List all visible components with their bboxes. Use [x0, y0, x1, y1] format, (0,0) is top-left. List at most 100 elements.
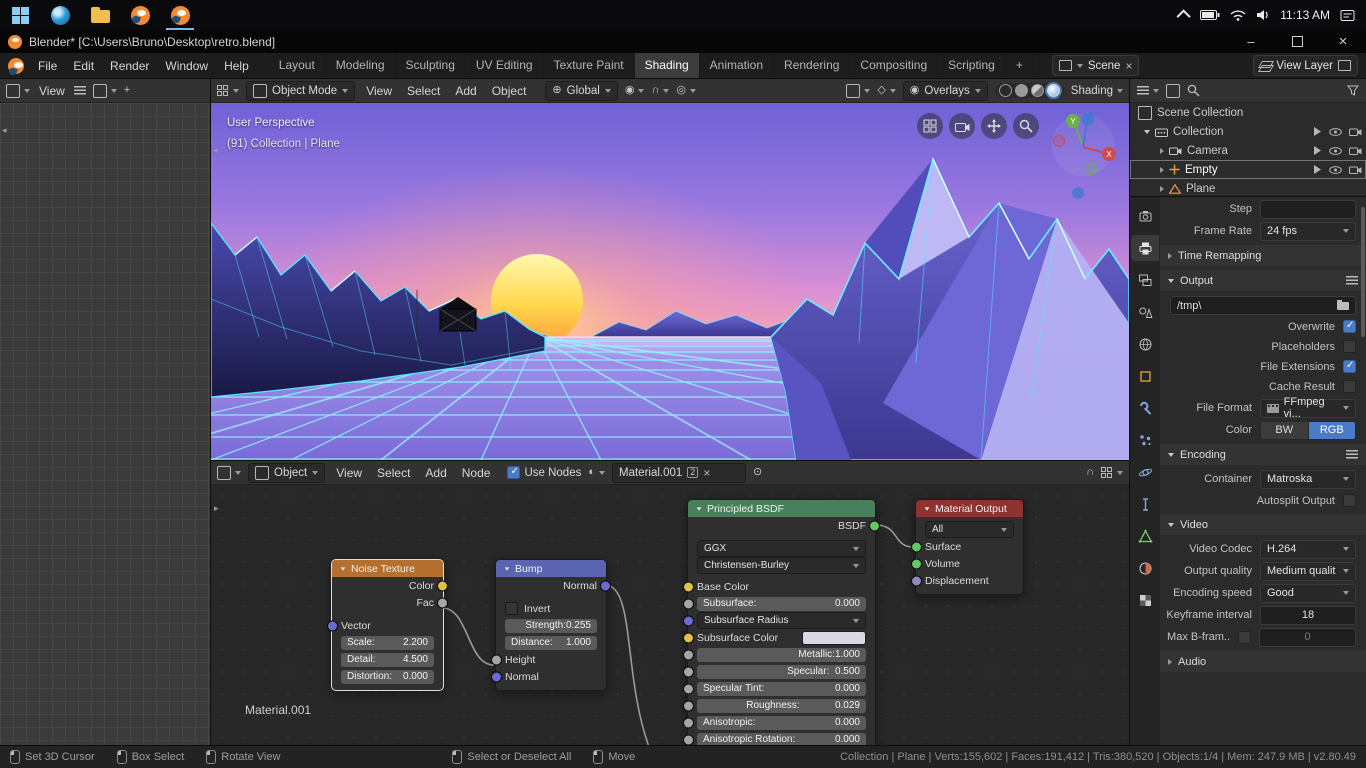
snap-button[interactable]: ∩: [651, 85, 670, 96]
tab-texture[interactable]: [1131, 587, 1159, 613]
node-header[interactable]: Noise Texture: [332, 560, 443, 577]
node-menu-node[interactable]: Node: [458, 460, 495, 486]
render-visibility-icon[interactable]: [1349, 146, 1362, 155]
surface-input-socket[interactable]: [911, 541, 922, 552]
overwrite-checkbox[interactable]: [1343, 320, 1356, 333]
toggle-grid-button[interactable]: [917, 113, 943, 139]
menu-help[interactable]: Help: [216, 53, 257, 79]
node-menu-add[interactable]: Add: [421, 460, 450, 486]
editor-type-button[interactable]: [6, 83, 30, 98]
distribution-dropdown[interactable]: GGX: [697, 540, 866, 557]
menu-file[interactable]: File: [30, 53, 65, 79]
selectability-button[interactable]: [846, 83, 871, 98]
mode-dropdown[interactable]: Object Mode: [246, 80, 356, 101]
tab-scene[interactable]: [1131, 299, 1159, 325]
outliner-row-camera[interactable]: Camera: [1130, 141, 1366, 160]
region-collapse-arrow[interactable]: ◂: [2, 125, 7, 136]
tab-render[interactable]: [1131, 203, 1159, 229]
placeholders-checkbox[interactable]: [1343, 340, 1356, 353]
tab-physics[interactable]: [1131, 459, 1159, 485]
snapping-button[interactable]: ∩: [1086, 467, 1094, 478]
viewport-menu-select[interactable]: Select: [403, 78, 444, 104]
proportional-edit-button[interactable]: ◎: [676, 85, 696, 96]
invert-checkbox[interactable]: [505, 602, 518, 615]
bsdf-output-socket[interactable]: [869, 520, 880, 531]
roughness-field[interactable]: Roughness: 0.029: [697, 698, 866, 713]
node-menu-view[interactable]: View: [332, 460, 366, 486]
autosplit-checkbox[interactable]: [1343, 494, 1356, 507]
encoding-section[interactable]: Encoding: [1160, 444, 1366, 465]
distortion-field[interactable]: Distortion: 0.000: [341, 669, 434, 684]
volume-input-socket[interactable]: [911, 558, 922, 569]
collapse-icon[interactable]: [924, 506, 930, 511]
eye-icon[interactable]: [1329, 146, 1342, 155]
collapse-icon[interactable]: [504, 566, 510, 571]
copy-material-icon[interactable]: 2: [687, 467, 699, 478]
maximize-button[interactable]: [1274, 30, 1320, 53]
vector-input-socket[interactable]: [327, 620, 338, 631]
time-remapping-section[interactable]: Time Remapping: [1160, 245, 1366, 266]
outliner-row-empty[interactable]: Empty: [1130, 160, 1366, 179]
panel-menu-icon[interactable]: [1346, 276, 1358, 285]
video-codec-dropdown[interactable]: H.264: [1260, 539, 1356, 559]
anisotropic-rotation-input-socket[interactable]: [683, 734, 694, 745]
encoding-speed-dropdown[interactable]: Good: [1260, 583, 1356, 603]
material-browse-button[interactable]: ◐: [588, 467, 605, 478]
specular-input-socket[interactable]: [683, 666, 694, 677]
tab-particles[interactable]: [1131, 427, 1159, 453]
tab-world[interactable]: [1131, 331, 1159, 357]
scene-browse-icon[interactable]: [1058, 60, 1072, 71]
tab-texture-paint[interactable]: Texture Paint: [544, 53, 635, 78]
selectable-icon[interactable]: [1313, 146, 1322, 155]
scale-field[interactable]: Scale: 2.200: [341, 635, 434, 650]
output-section[interactable]: Output: [1160, 270, 1366, 291]
tab-modifiers[interactable]: [1131, 395, 1159, 421]
outliner-row-plane[interactable]: Plane: [1130, 179, 1366, 196]
subsurface-field[interactable]: Subsurface: 0.000: [697, 596, 866, 611]
battery-icon[interactable]: [1200, 9, 1220, 21]
tray-chevron-up-icon[interactable]: [1176, 9, 1191, 24]
menu-window[interactable]: Window: [157, 53, 216, 79]
color-rgb-button[interactable]: RGB: [1308, 420, 1356, 440]
overlay-options-button[interactable]: [1101, 466, 1123, 479]
pin-icon[interactable]: ⊙: [753, 467, 762, 478]
shader-type-dropdown[interactable]: Object: [248, 462, 326, 483]
scene-selector[interactable]: Scene ×: [1051, 55, 1140, 76]
max-bframes-field[interactable]: 0: [1259, 627, 1356, 647]
overlays-dropdown[interactable]: ◉ Overlays: [902, 80, 988, 101]
subsurface-method-dropdown[interactable]: Christensen-Burley: [697, 557, 866, 574]
frame-rate-dropdown[interactable]: 24 fps: [1260, 221, 1356, 241]
transform-orientation-dropdown[interactable]: ⊕ Global: [545, 80, 618, 101]
viewport-menu-view[interactable]: View: [362, 78, 396, 104]
viewport-menu-object[interactable]: Object: [488, 78, 531, 104]
camera-view-button[interactable]: [949, 113, 975, 139]
scene-unlink-icon[interactable]: ×: [1125, 60, 1132, 72]
new-view-layer-icon[interactable]: [1338, 60, 1351, 71]
tab-shading[interactable]: Shading: [634, 53, 700, 78]
subsurface-input-socket[interactable]: [683, 598, 694, 609]
cache-result-checkbox[interactable]: [1343, 380, 1356, 393]
left-editor-view-menu[interactable]: View: [37, 78, 67, 104]
move-view-button[interactable]: [981, 113, 1007, 139]
node-header[interactable]: Principled BSDF: [688, 500, 875, 517]
start-button[interactable]: [0, 0, 40, 30]
tab-rendering[interactable]: Rendering: [774, 53, 851, 78]
taskbar-browser-icon[interactable]: [40, 0, 80, 30]
render-visibility-icon[interactable]: [1349, 127, 1362, 136]
color-output-socket[interactable]: [437, 580, 448, 591]
navigation-gizmo[interactable]: X Y: [1045, 107, 1117, 203]
video-section[interactable]: Video: [1160, 514, 1366, 535]
normal-output-socket[interactable]: [600, 580, 611, 591]
output-path-field[interactable]: /tmp\: [1170, 296, 1356, 315]
node-menu-select[interactable]: Select: [373, 460, 414, 486]
unlink-material-icon[interactable]: ×: [703, 467, 710, 479]
notification-center-icon[interactable]: [1340, 9, 1356, 22]
specular-field[interactable]: Specular: 0.500: [697, 664, 866, 679]
display-mode-icon[interactable]: [1166, 83, 1180, 98]
image-browse-button[interactable]: [92, 83, 117, 98]
step-field[interactable]: [1260, 199, 1356, 219]
left-editor-canvas[interactable]: [0, 103, 210, 745]
menu-burger-icon[interactable]: [73, 86, 86, 95]
editor-type-button[interactable]: [217, 465, 241, 480]
tab-animation[interactable]: Animation: [700, 53, 775, 78]
